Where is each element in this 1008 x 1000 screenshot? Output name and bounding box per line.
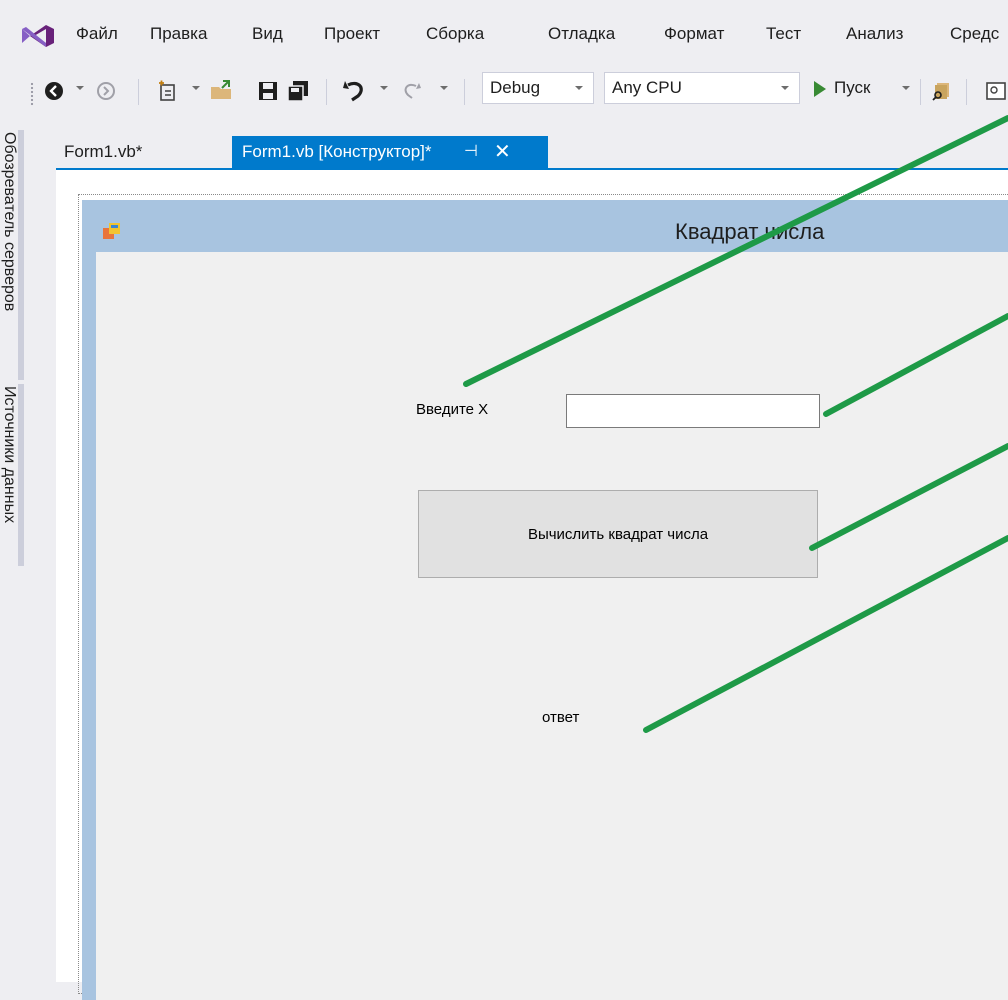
undo-dropdown-icon[interactable] <box>380 86 388 90</box>
new-project-icon[interactable] <box>154 77 182 105</box>
navigate-back-icon[interactable] <box>40 77 68 105</box>
start-debugging-button[interactable]: Пуск <box>812 72 870 104</box>
start-debugging-dropdown-icon[interactable] <box>902 86 910 90</box>
start-debugging-label: Пуск <box>834 78 871 97</box>
pin-tab-icon[interactable]: ⊣ <box>464 136 478 168</box>
menu-item-tools[interactable]: Средс <box>950 24 999 44</box>
toolbar-separator <box>138 79 139 105</box>
image-tool-icon[interactable] <box>982 77 1008 105</box>
server-explorer-tab[interactable]: Обозреватель серверов <box>0 130 24 380</box>
x-input[interactable] <box>566 394 820 428</box>
menu-item-format[interactable]: Формат <box>664 24 724 44</box>
left-dock-strip: Обозреватель серверов Источники данных <box>0 118 28 982</box>
save-icon[interactable] <box>254 77 282 105</box>
close-tab-icon[interactable]: ✕ <box>494 136 511 168</box>
tab-form1-designer-label: Form1.vb [Конструктор]* <box>242 142 432 161</box>
toolbar-separator <box>464 79 465 105</box>
undo-icon[interactable] <box>340 77 368 105</box>
navigate-back-dropdown-icon[interactable] <box>76 86 84 90</box>
toolbar-separator <box>920 79 921 105</box>
solution-configuration-value: Debug <box>490 78 541 97</box>
form-window[interactable]: Квадрат числа Введите X Вычислить квадра… <box>82 200 1008 1000</box>
calculate-square-button[interactable]: Вычислить квадрат числа <box>418 490 818 578</box>
solution-platform-select[interactable]: Any CPU <box>604 72 800 104</box>
answer-label: ответ <box>542 709 580 726</box>
chevron-down-icon <box>575 86 583 90</box>
redo-dropdown-icon[interactable] <box>440 86 448 90</box>
menu-item-analyze[interactable]: Анализ <box>846 24 903 44</box>
menu-item-file[interactable]: Файл <box>76 24 118 44</box>
solution-configuration-select[interactable]: Debug <box>482 72 594 104</box>
menu-item-view[interactable]: Вид <box>252 24 283 44</box>
redo-icon[interactable] <box>398 77 426 105</box>
new-project-dropdown-icon[interactable] <box>192 86 200 90</box>
menu-item-build[interactable]: Сборка <box>426 24 484 44</box>
open-file-icon[interactable] <box>208 77 236 105</box>
toolbar-separator <box>326 79 327 105</box>
play-icon <box>814 81 826 97</box>
menu-item-project[interactable]: Проект <box>324 24 380 44</box>
menu-bar: Файл Правка Вид Проект Сборка Отладка Фо… <box>0 0 1008 62</box>
tab-form1-code[interactable]: Form1.vb* <box>64 136 142 168</box>
standard-toolbar: Debug Any CPU Пуск <box>0 62 1008 118</box>
toolbar-separator <box>966 79 967 105</box>
visual-studio-logo-icon <box>22 25 54 47</box>
menu-item-debug[interactable]: Отладка <box>548 24 615 44</box>
solution-platform-value: Any CPU <box>612 78 682 97</box>
form-title: Квадрат числа <box>675 219 825 244</box>
chevron-down-icon <box>781 86 789 90</box>
tab-form1-designer[interactable]: Form1.vb [Конструктор]* ⊣ ✕ <box>232 136 548 168</box>
find-in-files-icon[interactable] <box>928 77 956 105</box>
document-tab-well: Form1.vb* Form1.vb [Конструктор]* ⊣ ✕ <box>56 136 1008 170</box>
menu-item-edit[interactable]: Правка <box>150 24 207 44</box>
toolbar-grip[interactable] <box>30 82 34 106</box>
navigate-forward-icon[interactable] <box>92 77 120 105</box>
input-x-label: Введите X <box>416 401 489 418</box>
menu-item-test[interactable]: Тест <box>766 24 801 44</box>
save-all-icon[interactable] <box>284 77 312 105</box>
form-title-bar: Квадрат числа <box>82 200 1008 252</box>
data-sources-tab[interactable]: Источники данных <box>0 384 24 566</box>
form-app-icon <box>103 223 120 239</box>
form-client-area: Введите X Вычислить квадрат числа ответ <box>96 252 1008 1000</box>
